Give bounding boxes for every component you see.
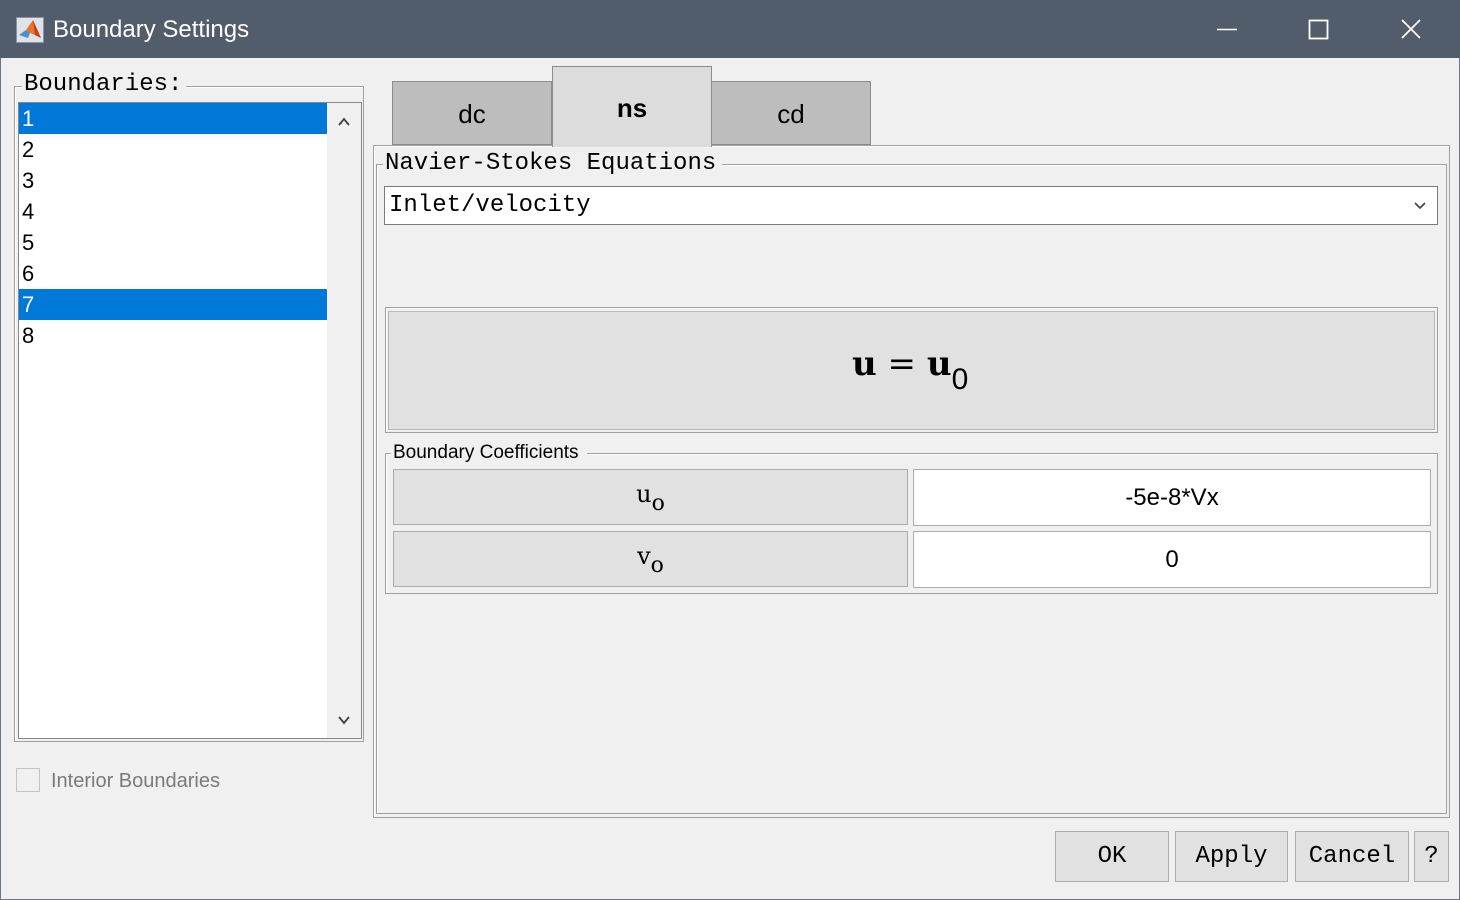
interior-boundaries-checkbox[interactable] [16,768,40,792]
help-button[interactable]: ? [1414,831,1449,882]
equation-rhs: u [926,344,952,384]
chevron-up-icon [338,117,350,126]
cancel-button[interactable]: Cancel [1295,831,1409,882]
minimize-button[interactable] [1180,0,1272,58]
coefficient-field-u0[interactable]: -5e-8*Vx [913,469,1431,526]
tab-dc[interactable]: dc [392,81,552,145]
coefficient-label-u0: uo [393,469,908,525]
navier-stokes-legend: Navier-Stokes Equations [383,150,723,178]
chevron-down-icon [338,716,350,725]
list-item[interactable]: 7 [19,289,328,320]
window-title: Boundary Settings [53,16,250,43]
list-item[interactable]: 1 [19,103,328,134]
list-item[interactable]: 8 [19,320,328,351]
close-button[interactable] [1364,0,1456,58]
tab-cd[interactable]: cd [711,81,871,145]
boundaries-legend: Boundaries: [22,71,187,99]
ok-button[interactable]: OK [1055,831,1169,882]
matlab-icon [16,17,44,43]
list-item[interactable]: 2 [19,134,328,165]
title-bar[interactable]: Boundary Settings [0,0,1460,58]
boundaries-list: 1 2 3 4 5 6 7 8 [19,103,328,351]
interior-boundaries-label: Interior Boundaries [51,770,220,792]
coefficient-subscript: o [651,491,665,516]
list-scrollbar[interactable] [327,103,361,738]
tab-ns[interactable]: ns [552,66,712,147]
maximize-button[interactable] [1272,0,1364,58]
minimize-icon [1217,28,1237,31]
condition-value: Inlet/velocity [389,192,591,219]
list-item[interactable]: 6 [19,258,328,289]
boundaries-listbox[interactable]: 1 2 3 4 5 6 7 8 [18,102,362,739]
maximize-icon [1308,19,1329,40]
chevron-down-icon [1414,202,1426,210]
equation-text: u = u0 [852,344,968,396]
list-item[interactable]: 4 [19,196,328,227]
equation-rhs-subscript: 0 [951,363,969,396]
coefficient-symbol: u [636,480,652,508]
scroll-down-button[interactable] [327,704,361,738]
coefficient-field-v0[interactable]: 0 [913,531,1431,588]
equation-equals: = [887,344,917,384]
apply-button[interactable]: Apply [1175,831,1288,882]
boundary-coefficients-legend: Boundary Coefficients [391,441,587,465]
scroll-up-button[interactable] [327,103,361,137]
condition-dropdown[interactable]: Inlet/velocity [384,186,1438,225]
list-item[interactable]: 3 [19,165,328,196]
close-icon [1401,19,1421,39]
equation-lhs: u [852,344,877,384]
coefficient-label-v0: vo [393,531,908,587]
coefficient-subscript: o [650,553,664,578]
dropdown-button[interactable] [1403,187,1437,224]
coefficient-symbol: v [637,542,651,570]
list-item[interactable]: 5 [19,227,328,258]
